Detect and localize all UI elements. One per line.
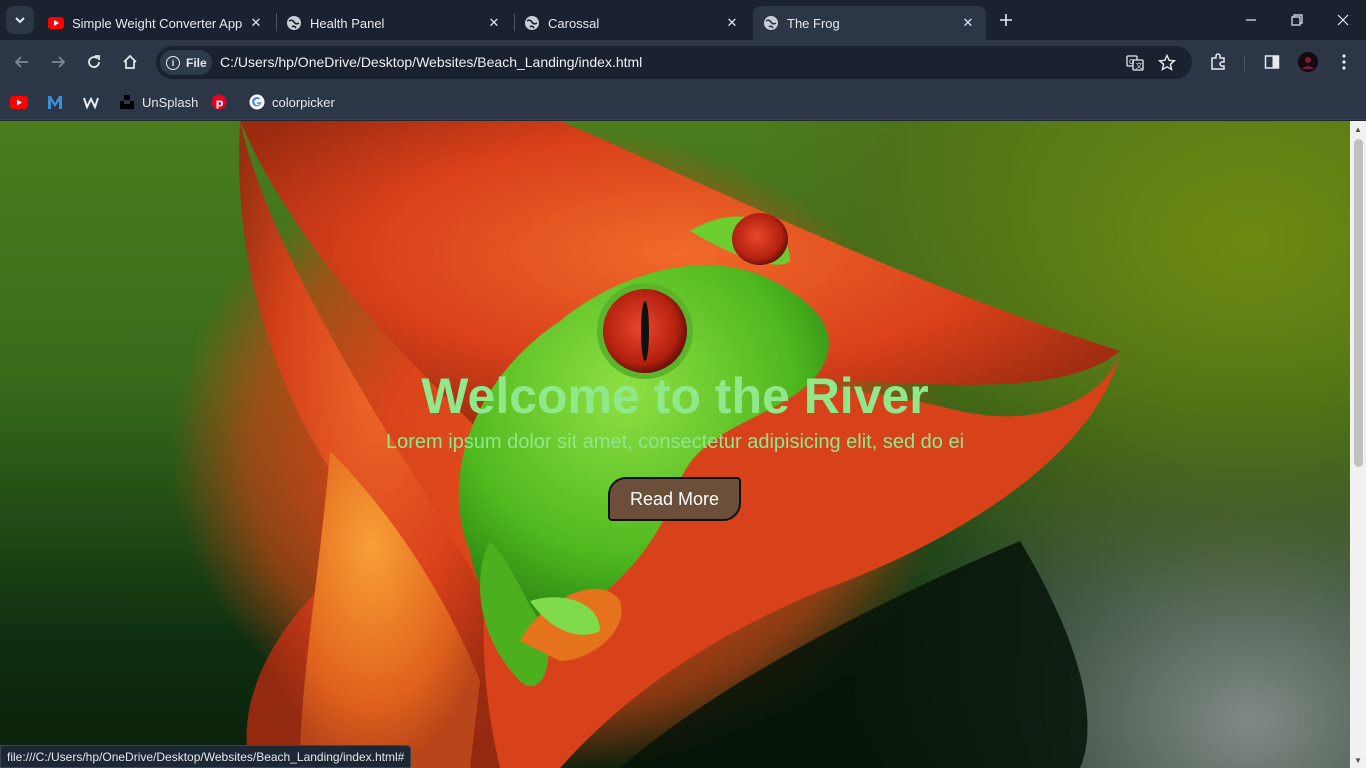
status-bubble: file:///C:/Users/hp/OneDrive/Desktop/Web… [0, 745, 412, 768]
tab-strip: Simple Weight Converter App W ✕ Health P… [0, 0, 1366, 40]
tab-title: Health Panel [310, 15, 385, 31]
restore-icon [1291, 14, 1303, 26]
m-logo-icon [46, 93, 64, 111]
arrow-left-icon [14, 56, 28, 68]
close-icon[interactable]: ✕ [958, 13, 978, 33]
unsplash-icon [118, 93, 136, 111]
tab-carossal[interactable]: Carossal ✕ [514, 6, 750, 40]
close-icon [1337, 14, 1349, 26]
bookmark-m[interactable] [46, 92, 70, 112]
chip-label: File [186, 55, 207, 70]
profile-button[interactable] [1296, 50, 1320, 74]
svg-text:文: 文 [1136, 61, 1143, 70]
side-panel-button[interactable] [1260, 50, 1284, 74]
home-icon [123, 54, 137, 69]
puzzle-icon [1211, 53, 1225, 70]
tab-health-panel[interactable]: Health Panel ✕ [276, 6, 512, 40]
tab-simple-weight-converter[interactable]: Simple Weight Converter App W ✕ [38, 6, 274, 40]
close-icon[interactable]: ✕ [246, 13, 266, 33]
minimize-icon [1246, 19, 1256, 21]
bookmark-pinterest[interactable]: p [210, 92, 234, 112]
more-vertical-icon [1342, 54, 1346, 70]
bookmark-youtube[interactable] [10, 92, 34, 112]
chevron-down-icon [15, 17, 25, 24]
w-logo-icon [82, 93, 100, 111]
scroll-thumb[interactable] [1354, 139, 1363, 467]
tab-the-frog[interactable]: The Frog ✕ [753, 6, 986, 40]
browser-window: Simple Weight Converter App W ✕ Health P… [0, 0, 1366, 768]
translate-icon[interactable]: G文 [1124, 52, 1146, 74]
page-viewport: Welcome to the River Lorem ipsum dolor s… [0, 121, 1350, 768]
extensions-button[interactable] [1206, 50, 1230, 74]
arrow-right-icon [52, 56, 66, 68]
avatar [1298, 52, 1318, 72]
toolbar-divider [1244, 55, 1245, 71]
info-icon: i [166, 55, 180, 70]
bookmark-unsplash[interactable]: UnSplash [118, 92, 198, 112]
globe-icon [286, 15, 302, 31]
close-icon[interactable]: ✕ [722, 13, 742, 33]
back-button[interactable] [10, 50, 34, 74]
address-bar[interactable]: i File C:/Users/hp/OneDrive/Desktop/Webs… [156, 46, 1192, 79]
restore-button[interactable] [1274, 0, 1320, 40]
side-panel-icon [1264, 55, 1280, 69]
url-text[interactable]: C:/Users/hp/OneDrive/Desktop/Websites/Be… [220, 54, 642, 70]
minimize-button[interactable] [1228, 0, 1274, 40]
hero-subtitle: Lorem ipsum dolor sit amet, consectetur … [385, 431, 965, 453]
menu-button[interactable] [1332, 50, 1356, 74]
hero-section: Welcome to the River Lorem ipsum dolor s… [0, 121, 1350, 768]
page-scrollbar[interactable]: ▲ ▼ [1350, 121, 1366, 768]
reload-icon [88, 55, 100, 68]
youtube-icon [10, 93, 28, 111]
svg-text:p: p [216, 96, 224, 109]
youtube-icon [48, 15, 64, 31]
svg-text:G: G [1129, 58, 1134, 66]
site-info-chip[interactable]: i File [160, 50, 212, 75]
toolbar: i File C:/Users/hp/OneDrive/Desktop/Webs… [0, 40, 1366, 84]
new-tab-button[interactable] [994, 8, 1018, 32]
bookmark-w[interactable] [82, 92, 106, 112]
plus-icon [1000, 14, 1012, 26]
bookmark-label: colorpicker [272, 94, 335, 110]
google-icon [248, 93, 266, 111]
hero-title: Welcome to the River [421, 368, 929, 424]
tab-title: Simple Weight Converter App W [72, 15, 242, 31]
star-icon[interactable] [1156, 52, 1178, 74]
forward-button[interactable] [46, 50, 70, 74]
reload-button[interactable] [82, 50, 106, 74]
tab-title: Carossal [548, 15, 600, 31]
scroll-up-arrow-icon[interactable]: ▲ [1350, 123, 1366, 135]
read-more-button[interactable]: Read More [608, 477, 741, 521]
close-icon[interactable]: ✕ [484, 13, 504, 33]
close-window-button[interactable] [1320, 0, 1366, 40]
home-button[interactable] [118, 50, 142, 74]
bookmarks-bar: UnSplash p colorpicker [0, 84, 1366, 120]
bookmark-colorpicker[interactable]: colorpicker [248, 92, 335, 112]
globe-icon [524, 15, 540, 31]
pinterest-icon: p [210, 93, 228, 111]
scroll-down-arrow-icon[interactable]: ▼ [1350, 754, 1366, 766]
bookmark-label: UnSplash [142, 94, 199, 110]
tab-title: The Frog [787, 15, 840, 31]
globe-icon [763, 15, 779, 31]
tab-search-button[interactable] [6, 6, 34, 34]
